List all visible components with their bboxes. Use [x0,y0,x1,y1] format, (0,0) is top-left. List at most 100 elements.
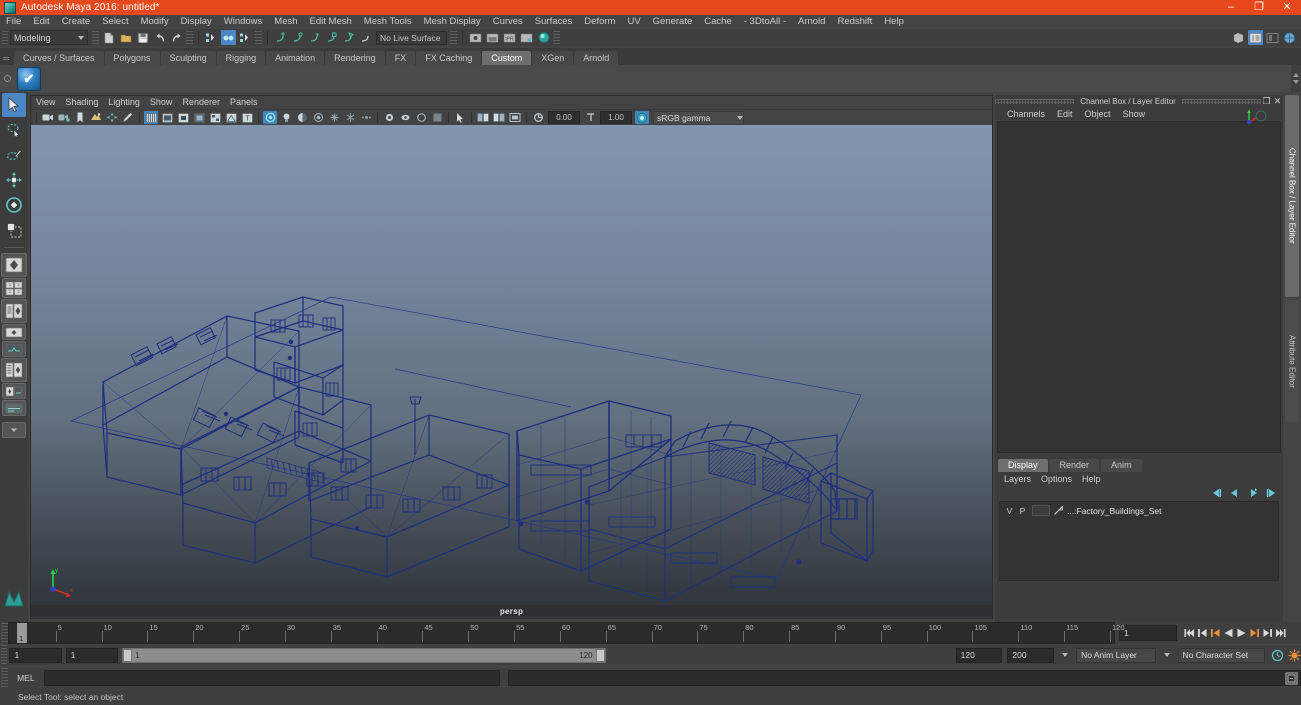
select-by-component-icon[interactable] [238,30,253,45]
menu-cache[interactable]: Cache [698,15,737,29]
tab-anim[interactable]: Anim [1101,459,1142,472]
viewport-menu-show[interactable]: Show [145,96,178,109]
shadows-icon[interactable] [295,111,309,124]
range-slider-grip[interactable] [1,645,8,665]
ipr-render-icon[interactable]: IPR [502,30,517,45]
close-button[interactable]: ✕ [1273,0,1301,15]
pane-layout-extra[interactable] [2,400,26,416]
hypershade-persp-layout[interactable] [2,341,26,357]
menu-deform[interactable]: Deform [578,15,621,29]
tab-display[interactable]: Display [998,459,1048,472]
viewport-panel-stack-icon[interactable] [492,111,506,124]
play-forwards-icon[interactable] [1236,626,1247,640]
menu-edit[interactable]: Edit [27,15,55,29]
menu-create[interactable]: Create [56,15,97,29]
panel-close-button[interactable]: ✕ [1272,96,1283,107]
menu-select[interactable]: Select [96,15,134,29]
menu-mesh-display[interactable]: Mesh Display [418,15,487,29]
shelf-tab-custom[interactable]: Custom [482,51,532,65]
menu-file[interactable]: File [0,15,27,29]
chevron-down-icon[interactable] [1062,653,1069,657]
layer-color-swatch[interactable] [1032,505,1050,516]
viewport-menu-lighting[interactable]: Lighting [103,96,145,109]
shelf-tab-polygons[interactable]: Polygons [104,51,160,65]
viewport-panel-layout-icon[interactable] [476,111,490,124]
table-row[interactable]: V P ...:Factory_Buildings_Set [1000,504,1278,517]
viewport-3d[interactable]: y x persp [31,125,992,617]
snap-to-curve-icon[interactable] [290,30,305,45]
use-all-lights-icon[interactable] [279,111,293,124]
lasso-select-tool[interactable] [2,118,26,142]
range-start-handle[interactable] [123,648,133,662]
channel-box-menu-channels[interactable]: Channels [1001,107,1051,121]
menu-mesh[interactable]: Mesh [268,15,303,29]
open-render-view-icon[interactable] [468,30,483,45]
isolate-select-icon[interactable] [382,111,396,124]
command-input[interactable] [43,670,501,686]
anim-layer-dropdown[interactable]: No Anim Layer [1076,647,1156,663]
menu-uv[interactable]: UV [621,15,646,29]
menu-mesh-tools[interactable]: Mesh Tools [358,15,418,29]
status-line-grip[interactable] [2,30,8,45]
move-tool[interactable] [2,168,26,192]
wireframe-on-shaded-icon[interactable] [224,111,238,124]
layer-visibility-toggle[interactable]: V [1003,506,1016,516]
script-editor-icon[interactable] [1285,672,1298,685]
maximize-button[interactable]: ❐ [1245,0,1273,15]
select-by-hierarchy-icon[interactable] [204,30,219,45]
menu-curves[interactable]: Curves [487,15,529,29]
go-to-start-icon[interactable] [1184,626,1195,640]
render-settings-icon[interactable] [519,30,534,45]
minimize-button[interactable]: – [1217,0,1245,15]
layer-next-icon[interactable] [1246,487,1259,498]
menu-windows[interactable]: Windows [218,15,269,29]
smooth-shade-all-icon[interactable] [160,111,174,124]
anim-end-field[interactable]: 200 [1007,647,1055,663]
time-slider-track[interactable]: 1 5 10 15 20 25 30 35 40 45 50 55 60 65 70 75 80 85 90 95 1… [8,622,1125,644]
undo-icon[interactable] [152,30,167,45]
ambient-occlusion-icon[interactable] [311,111,325,124]
render-current-frame-icon[interactable] [485,30,500,45]
current-time-indicator[interactable]: 1 [17,623,27,643]
redo-icon[interactable] [169,30,184,45]
menu-edit-mesh[interactable]: Edit Mesh [304,15,358,29]
make-live-icon[interactable] [358,30,373,45]
show-hide-channel-box-icon[interactable] [1282,30,1297,45]
wireframe-shaded-icon[interactable] [144,111,158,124]
shelf-tab-rendering[interactable]: Rendering [325,51,385,65]
layer-prev-icon[interactable] [1228,487,1241,498]
four-view-layout[interactable] [2,278,26,298]
shelf-options-icon[interactable] [0,75,14,82]
shelf-tab-fx[interactable]: FX [385,51,416,65]
range-end-handle[interactable] [595,648,605,662]
two-d-pan-zoom-icon[interactable] [105,111,119,124]
anti-aliasing-icon[interactable] [343,111,357,124]
motion-blur-icon[interactable] [327,111,341,124]
xray-active-components-icon[interactable] [414,111,428,124]
smooth-shade-selected-icon[interactable] [176,111,190,124]
channel-box-content[interactable] [997,121,1281,453]
shelf-tab-rigging[interactable]: Rigging [216,51,266,65]
shelf-grip[interactable] [2,49,10,65]
color-management-icon[interactable] [635,111,649,124]
vtab-channel-box-layer-editor[interactable]: Channel Box / Layer Editor [1285,95,1299,297]
menu-modify[interactable]: Modify [135,15,175,29]
show-hide-modeling-toolkit-icon[interactable] [1231,30,1246,45]
more-layouts-dropdown[interactable] [2,422,26,438]
go-to-end-icon[interactable] [1275,626,1286,640]
gamma-icon[interactable] [583,111,597,124]
show-hide-attribute-editor-icon[interactable] [1248,30,1263,45]
viewport-fullscreen-icon[interactable] [508,111,522,124]
single-perspective-view-layout[interactable] [1,253,27,277]
camera-attributes-icon[interactable] [57,111,71,124]
shelf-scroll-arrows[interactable] [1291,65,1301,92]
chevron-down-icon-2[interactable] [1163,653,1170,657]
command-language-label[interactable]: MEL [8,673,44,683]
viewport-select-icon[interactable] [453,111,467,124]
save-scene-icon[interactable] [135,30,150,45]
command-line-grip[interactable] [1,668,8,688]
shelf-tab-arnold[interactable]: Arnold [574,51,619,65]
multisample-icon[interactable] [359,111,373,124]
snap-to-point-icon[interactable] [307,30,322,45]
menu-generate[interactable]: Generate [647,15,699,29]
